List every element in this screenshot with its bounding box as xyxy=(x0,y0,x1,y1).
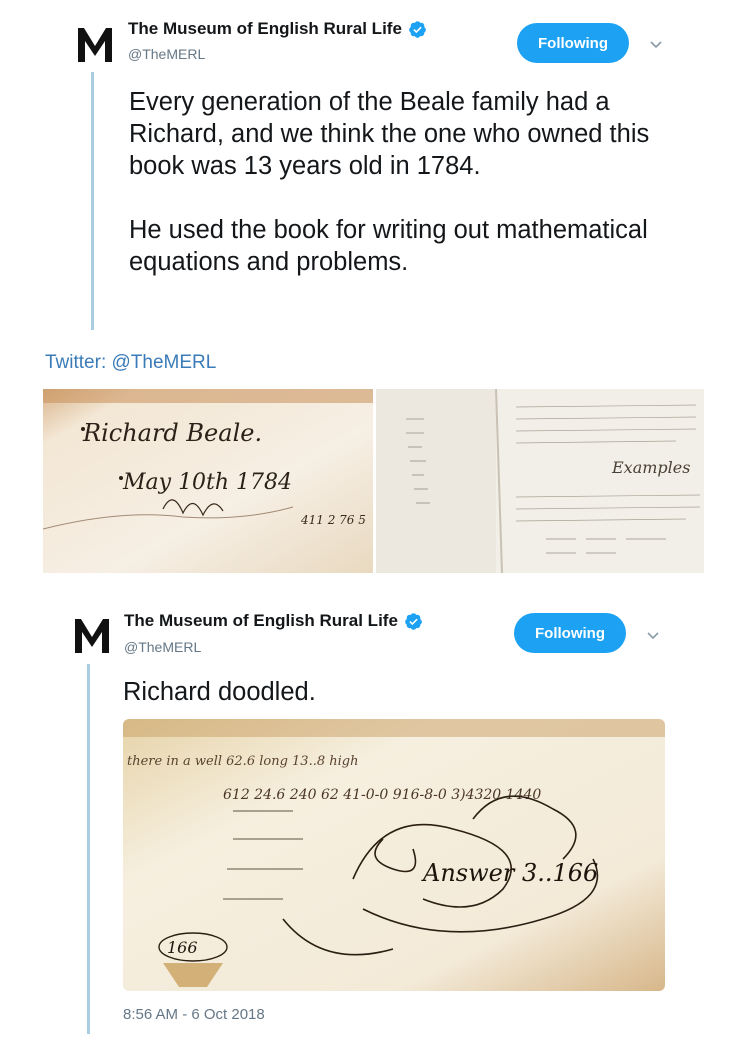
merl-logo-icon[interactable] xyxy=(73,615,111,655)
thread-line xyxy=(87,664,90,1034)
tweet-paragraph: He used the book for writing out mathema… xyxy=(129,216,648,276)
display-name-text[interactable]: The Museum of English Rural Life xyxy=(128,19,402,39)
display-name-text[interactable]: The Museum of English Rural Life xyxy=(124,611,398,631)
handle[interactable]: @TheMERL xyxy=(128,46,205,62)
photo-signature[interactable]: Richard Beale. May 10th 1784 411 2 76 5 xyxy=(43,389,373,573)
page-heading: Examples xyxy=(611,458,690,477)
doodle-answer: Answer 3..166 xyxy=(421,859,598,887)
merl-logo-icon[interactable] xyxy=(76,24,114,64)
tweet-text: Every generation of the Beale family had… xyxy=(129,86,689,278)
tweet-text: Richard doodled. xyxy=(123,678,316,706)
verified-badge-icon xyxy=(404,612,423,631)
following-button[interactable]: Following xyxy=(514,613,626,653)
signature-name: Richard Beale. xyxy=(82,419,262,447)
doodle-bottom: 166 xyxy=(167,938,198,957)
doodle-top-text: there in a well 62.6 long 13..8 high xyxy=(127,754,358,769)
chevron-down-icon[interactable] xyxy=(648,36,664,52)
chevron-down-icon[interactable] xyxy=(645,627,661,643)
photo-notebook-pages[interactable]: Examples xyxy=(376,389,704,573)
thread-line xyxy=(91,72,94,330)
tweet-timestamp[interactable]: 8:56 AM - 6 Oct 2018 xyxy=(123,1006,265,1023)
following-button[interactable]: Following xyxy=(517,23,629,63)
photo-doodle[interactable]: there in a well 62.6 long 13..8 high 612… xyxy=(123,719,665,991)
signature-numbers: 411 2 76 5 xyxy=(300,513,366,527)
handle[interactable]: @TheMERL xyxy=(124,639,201,655)
verified-badge-icon xyxy=(408,20,427,39)
tweet-paragraph: Every generation of the Beale family had… xyxy=(129,88,650,180)
display-name[interactable]: The Museum of English Rural Life xyxy=(128,19,427,39)
image-credit: Twitter: @TheMERL xyxy=(45,352,217,373)
display-name[interactable]: The Museum of English Rural Life xyxy=(124,611,423,631)
signature-date: May 10th 1784 xyxy=(122,470,292,495)
